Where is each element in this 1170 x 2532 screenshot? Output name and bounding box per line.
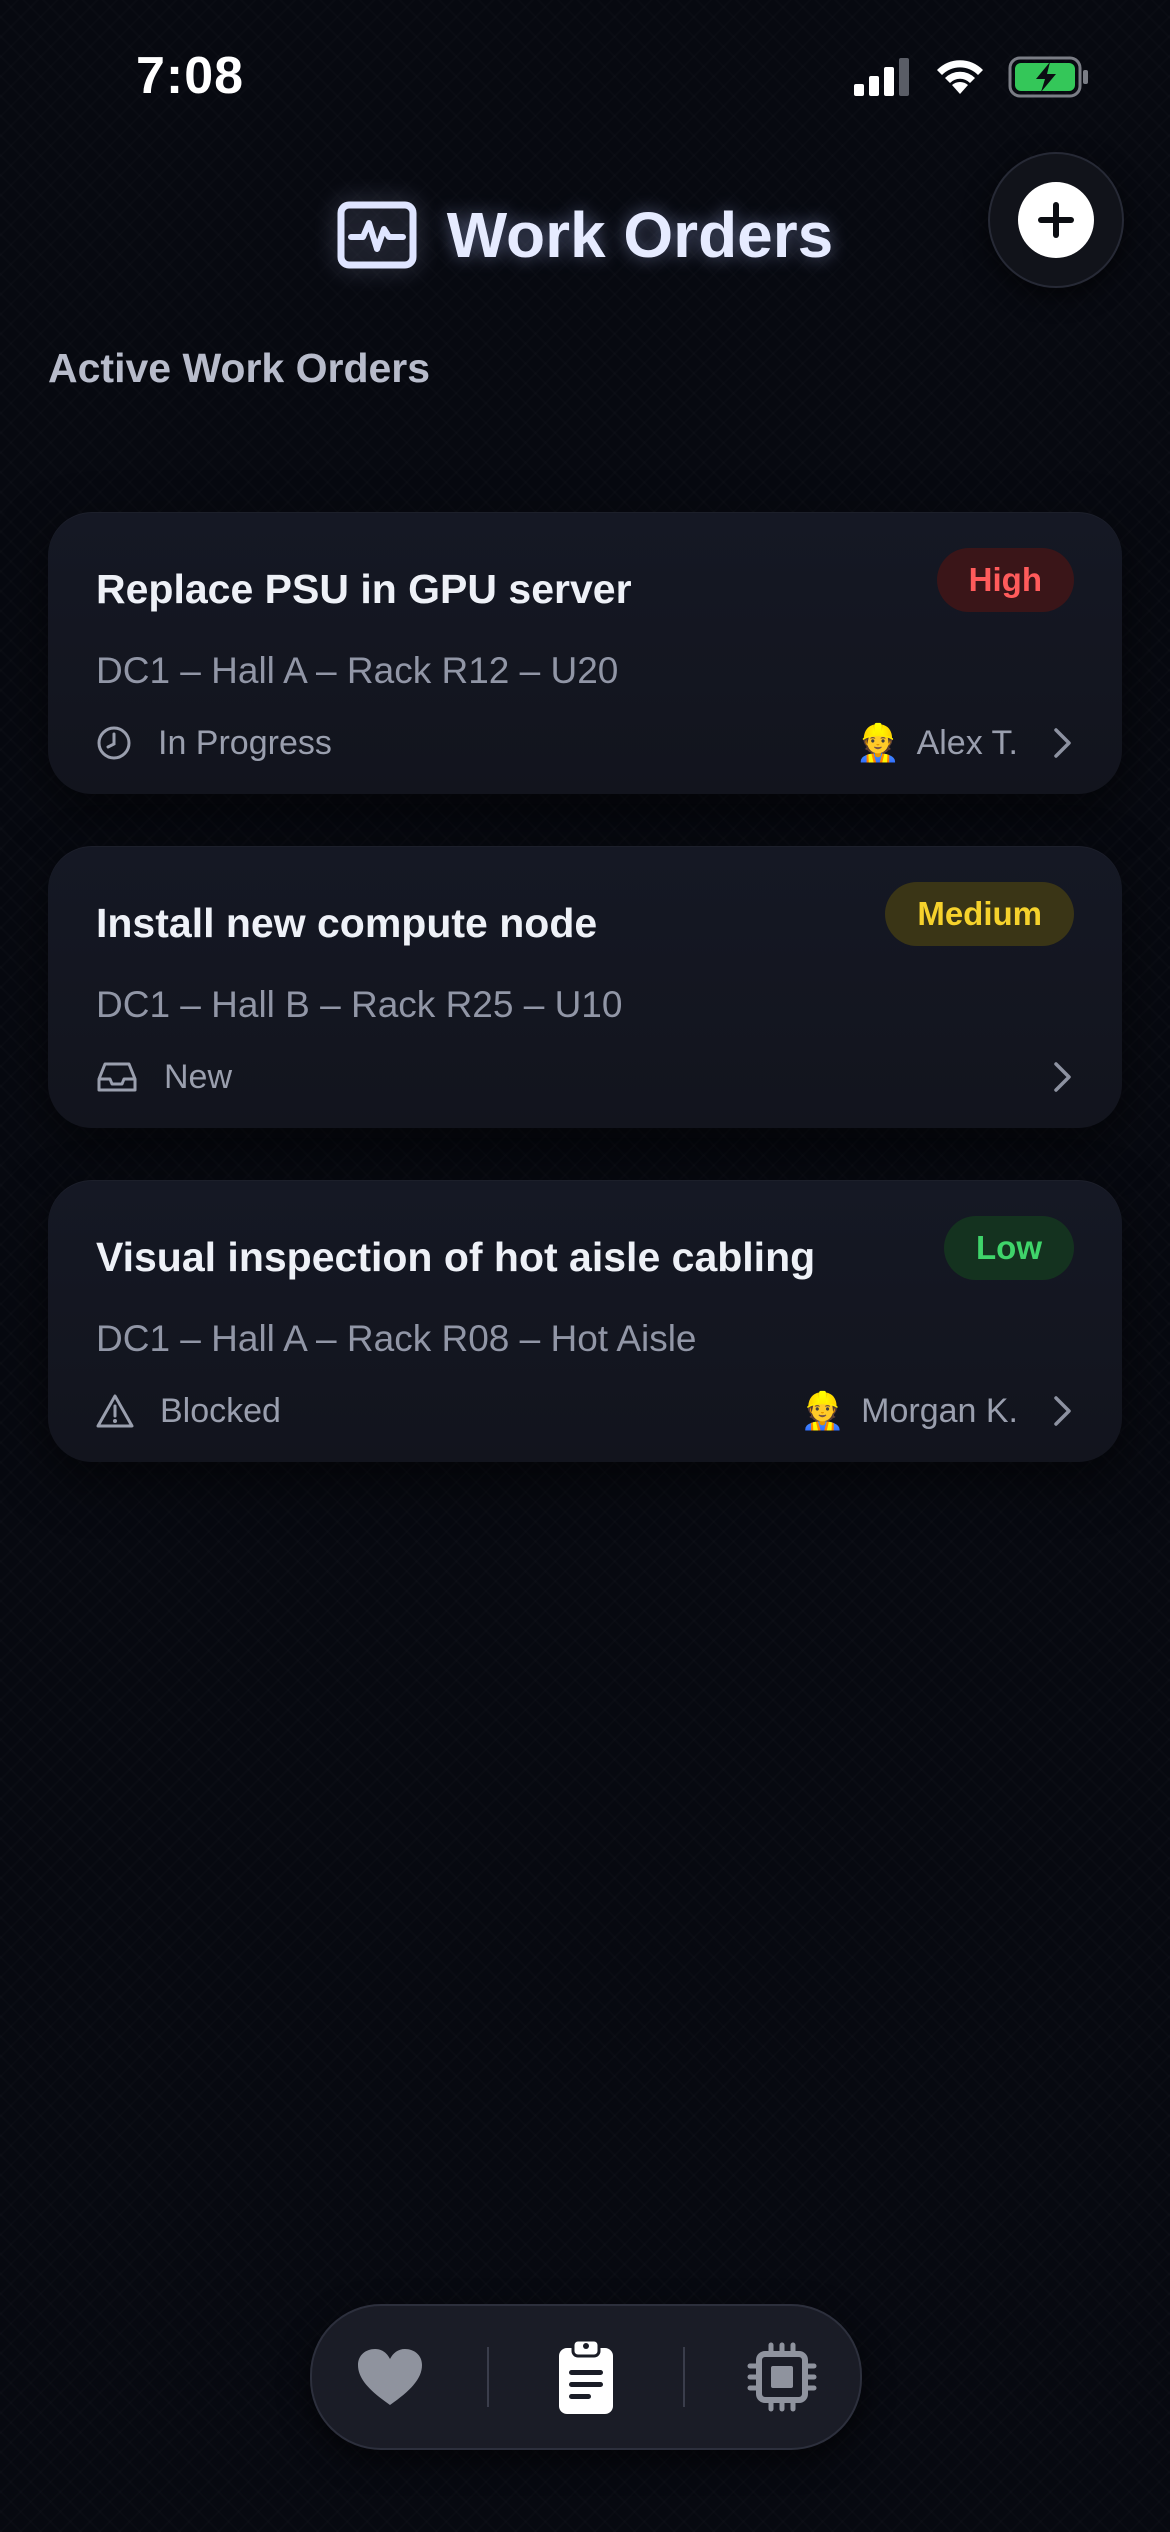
status-row: In Progress xyxy=(96,718,332,768)
add-work-order-button[interactable] xyxy=(988,152,1124,288)
page-title: Work Orders xyxy=(446,199,834,271)
priority-badge: Medium xyxy=(885,882,1074,946)
add-button-circle xyxy=(1018,182,1094,258)
tab-work-orders[interactable] xyxy=(526,2327,646,2427)
work-order-title: Replace PSU in GPU server xyxy=(96,566,632,612)
wifi-icon xyxy=(937,60,983,94)
assignee: 👷 Morgan K. xyxy=(800,1386,1018,1436)
chevron-right-icon xyxy=(1054,728,1071,758)
tab-bar xyxy=(310,2304,862,2450)
clock-icon xyxy=(97,726,131,760)
status-row: Blocked xyxy=(96,1386,281,1436)
work-order-card[interactable]: Replace PSU in GPU server High DC1 – Hal… xyxy=(48,512,1122,794)
heart-icon xyxy=(358,2349,423,2405)
assignee-name: Morgan K. xyxy=(861,1391,1018,1430)
worker-avatar-icon: 👷 xyxy=(800,1390,846,1431)
priority-badge: High xyxy=(936,548,1074,612)
clipboard-icon xyxy=(558,2338,613,2414)
work-order-card[interactable]: Visual inspection of hot aisle cabling L… xyxy=(48,1180,1122,1462)
tab-divider xyxy=(682,2347,685,2407)
work-order-location: DC1 – Hall A – Rack R08 – Hot Aisle xyxy=(96,1318,697,1359)
tab-hardware[interactable] xyxy=(722,2327,842,2427)
cellular-signal-icon xyxy=(854,58,909,96)
status-time: 7:08 xyxy=(136,47,245,105)
warning-icon xyxy=(96,1394,134,1428)
work-order-location: DC1 – Hall B – Rack R25 – U10 xyxy=(96,984,623,1025)
work-order-card[interactable]: Install new compute node Medium DC1 – Ha… xyxy=(48,846,1122,1128)
status-row: New xyxy=(96,1052,232,1102)
work-order-title: Install new compute node xyxy=(96,900,598,946)
section-title: Active Work Orders xyxy=(48,345,431,391)
tab-divider xyxy=(487,2347,490,2407)
status-text: In Progress xyxy=(158,723,332,762)
status-text: New xyxy=(164,1057,233,1096)
chevron-right-icon xyxy=(1054,1396,1071,1426)
activity-monitor-icon xyxy=(337,201,417,269)
assignee: 👷 Alex T. xyxy=(856,718,1018,768)
assignee-name: Alex T. xyxy=(916,723,1018,762)
status-bar: 7:08 xyxy=(0,0,1170,150)
cpu-chip-icon xyxy=(747,2342,817,2412)
battery-charging-icon xyxy=(1008,56,1088,98)
tab-health[interactable] xyxy=(330,2327,450,2427)
status-text: Blocked xyxy=(160,1391,281,1430)
inbox-icon xyxy=(97,1062,137,1092)
chevron-right-icon xyxy=(1054,1062,1071,1092)
worker-avatar-icon: 👷 xyxy=(855,722,901,763)
status-icons xyxy=(854,52,1090,102)
work-order-location: DC1 – Hall A – Rack R12 – U20 xyxy=(96,650,619,691)
plus-icon xyxy=(1038,202,1074,238)
priority-badge: Low xyxy=(944,1216,1074,1280)
work-order-title: Visual inspection of hot aisle cabling xyxy=(96,1234,816,1280)
